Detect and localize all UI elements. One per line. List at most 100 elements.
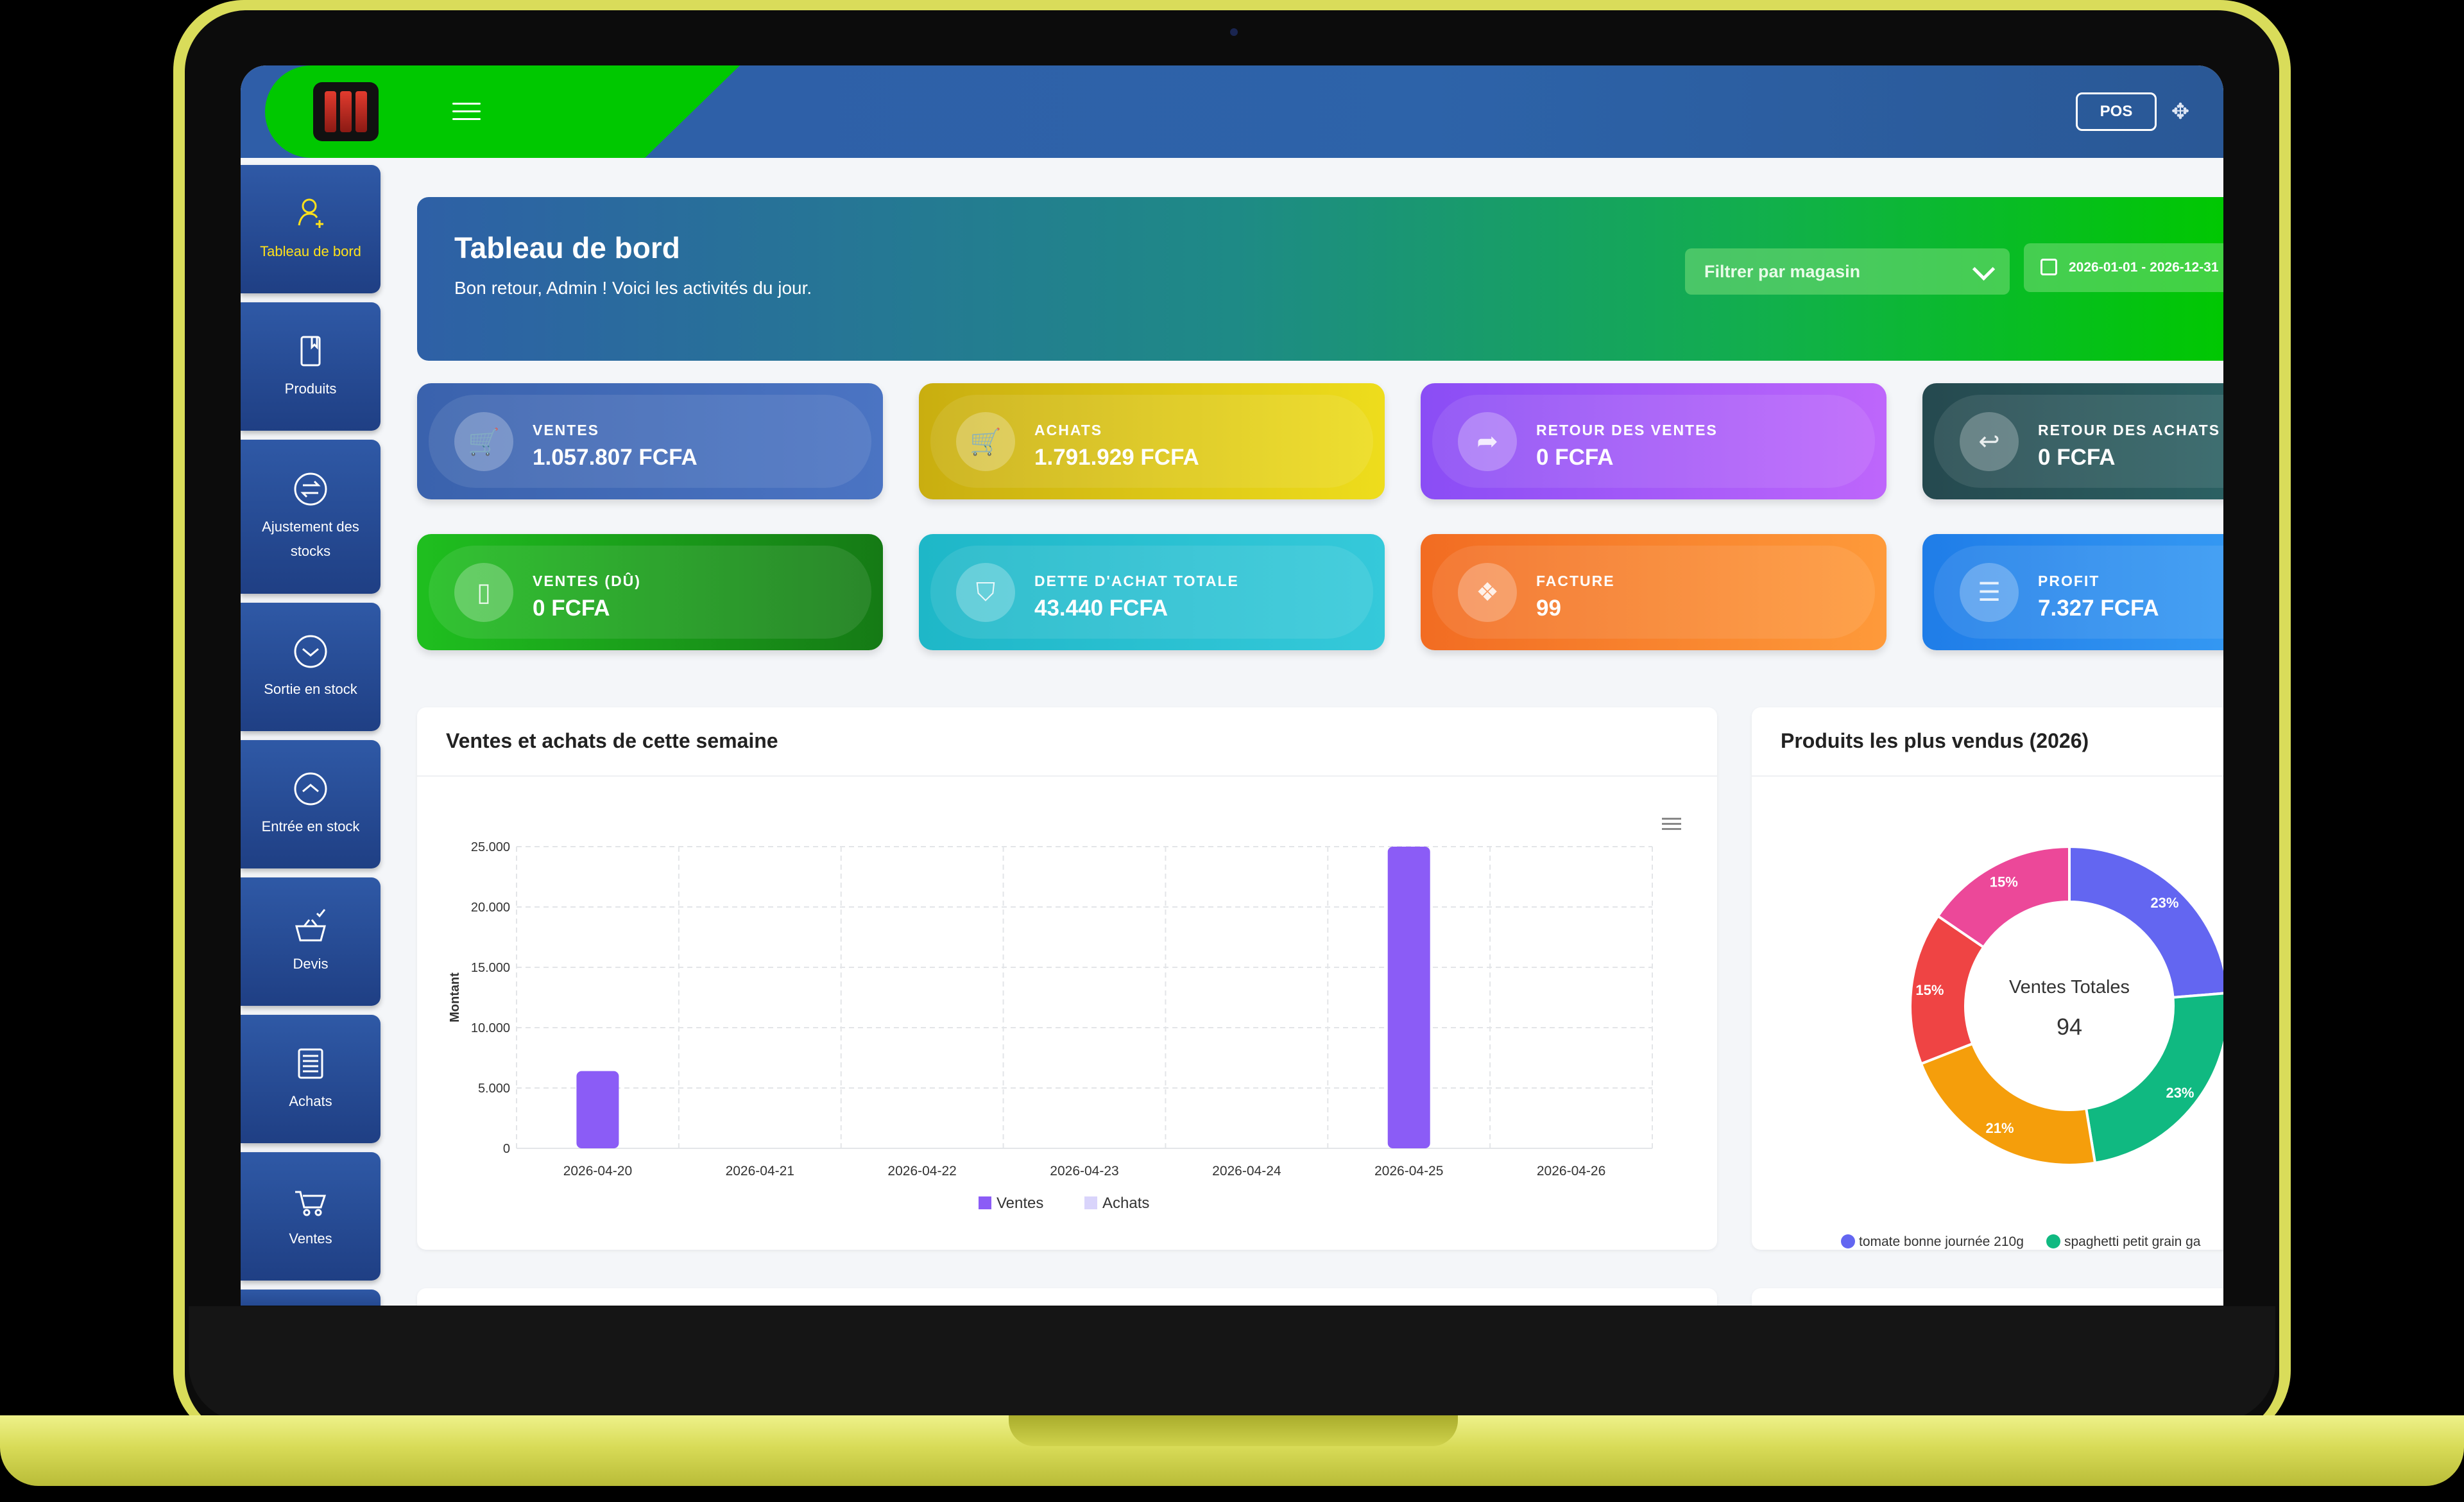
- legend-label: Ventes: [997, 1195, 1043, 1212]
- pos-button[interactable]: POS: [2076, 92, 2157, 131]
- stat-title: DETTE D'ACHAT TOTALE: [1034, 573, 1239, 589]
- basket-icon: ⛉: [956, 563, 1015, 622]
- arrow-down-circle-icon: [294, 635, 327, 668]
- date-range-value: 2026-01-01 - 2026-12-31: [2069, 260, 2219, 275]
- stat-card[interactable]: ↩ RETOUR DES ACHATS 0 FCFA: [1922, 383, 2223, 499]
- x-tick-label: 2026-04-25: [1374, 1164, 1443, 1178]
- basket-check-icon: [295, 909, 326, 942]
- stat-value: 0 FCFA: [1536, 445, 1614, 470]
- stat-card[interactable]: ➦ RETOUR DES VENTES 0 FCFA: [1421, 383, 1887, 499]
- top-products-panel: Produits les plus vendus (2026) 23% 23% 21…: [1752, 707, 2223, 1250]
- calendar-icon: [2041, 259, 2057, 275]
- sidebar-item-stock-adjustment[interactable]: Ajustement des stocks: [241, 440, 381, 594]
- stat-title: FACTURE: [1536, 573, 1615, 589]
- stat-title: VENTES: [533, 422, 600, 438]
- dashboard-header: Tableau de bord Bon retour, Admin ! Voic…: [417, 197, 2223, 361]
- sidebar-item-label: Tableau de bord: [260, 243, 361, 259]
- stat-value: 0 FCFA: [533, 596, 610, 621]
- legend-swatch: [979, 1196, 991, 1209]
- store-filter-select[interactable]: Filtrer par magasin: [1685, 248, 2010, 295]
- x-tick-label: 2026-04-24: [1212, 1164, 1281, 1178]
- stat-value: 1.791.929 FCFA: [1034, 445, 1199, 470]
- page-subtitle: Bon retour, Admin ! Voici les activités …: [454, 278, 812, 298]
- stat-title: RETOUR DES ACHATS: [2038, 422, 2221, 438]
- bar-ventes: [576, 1071, 619, 1148]
- legend-label: Achats: [1102, 1195, 1149, 1212]
- y-tick-label: 25.000: [471, 840, 510, 854]
- date-range-picker[interactable]: 2026-01-01 - 2026-12-31: [2024, 243, 2223, 292]
- donut-slice: [2068, 845, 2223, 999]
- menu-toggle-icon[interactable]: [452, 103, 481, 121]
- y-tick-label: 0: [503, 1142, 510, 1156]
- y-tick-label: 10.000: [471, 1021, 510, 1035]
- sidebar-item-purchases[interactable]: Achats: [241, 1015, 381, 1143]
- book-icon: [300, 336, 321, 367]
- stat-card[interactable]: ❖ FACTURE 99: [1421, 534, 1887, 650]
- sidebar-item-stock-in[interactable]: Entrée en stock: [241, 740, 381, 868]
- legend-swatch: [1084, 1196, 1097, 1209]
- stat-card[interactable]: ☰ PROFIT 7.327 FCFA: [1922, 534, 2223, 650]
- store-filter-label: Filtrer par magasin: [1704, 261, 1861, 281]
- x-tick-label: 2026-04-21: [726, 1164, 794, 1178]
- stat-card[interactable]: 🛒 ACHATS 1.791.929 FCFA: [919, 383, 1385, 499]
- x-tick-label: 2026-04-23: [1050, 1164, 1118, 1178]
- app-logo[interactable]: [313, 82, 379, 141]
- bar-chart: 0 5.000 10.000 15.000 20.000 25.000 Montant 202…: [448, 840, 1653, 1212]
- donut-center-label: Ventes Totales: [2009, 977, 2130, 997]
- sidebar-item-label: Ajustement des stocks: [262, 519, 359, 559]
- legend-label: spaghetti petit grain ga: [2064, 1234, 2201, 1249]
- legend-label: tomate bonne journée 210g: [1859, 1234, 2024, 1249]
- cart-plus-icon: 🛒: [956, 412, 1015, 471]
- sidebar-item-stock-out[interactable]: Sortie en stock: [241, 603, 381, 731]
- y-tick-label: 5.000: [478, 1082, 510, 1096]
- reply-icon: ↩: [1960, 412, 2019, 471]
- legend-swatch: [2046, 1234, 2060, 1248]
- x-tick-label: 2026-04-26: [1537, 1164, 1605, 1178]
- bookmark-icon: ▯: [454, 563, 513, 622]
- y-tick-label: 15.000: [471, 961, 510, 975]
- sidebar-item-products[interactable]: Produits: [241, 302, 381, 431]
- user-plus-icon: [298, 198, 323, 228]
- sidebar-item-label: Sortie en stock: [264, 681, 357, 697]
- sidebar-item-dashboard[interactable]: Tableau de bord: [241, 165, 381, 293]
- sidebar-item-sales[interactable]: Ventes: [241, 1152, 381, 1281]
- slice-label: 23%: [2166, 1085, 2194, 1101]
- sidebar-item-label: Achats: [289, 1093, 332, 1109]
- slice-label: 23%: [2150, 895, 2178, 911]
- camera: [1230, 28, 1238, 36]
- slice-label: 15%: [1990, 874, 2018, 890]
- stat-value: 99: [1536, 596, 1561, 621]
- chevron-down-icon: [1972, 257, 1996, 281]
- legend-swatch: [1841, 1234, 1855, 1248]
- sidebar-item-label: Entrée en stock: [261, 818, 360, 834]
- cart-icon: [295, 1191, 327, 1216]
- share-icon: ➦: [1458, 412, 1517, 471]
- stat-title: ACHATS: [1034, 422, 1103, 438]
- stat-value: 43.440 FCFA: [1034, 596, 1168, 621]
- stat-card[interactable]: ⛉ DETTE D'ACHAT TOTALE 43.440 FCFA: [919, 534, 1385, 650]
- sidebar-item-more[interactable]: [241, 1290, 381, 1306]
- donut-chart: 23% 23% 21% 15% 15% Ventes Totales 94 tomate bo…: [1841, 845, 2223, 1249]
- arrow-up-circle-icon: [294, 772, 327, 806]
- list-icon: ☰: [1960, 563, 2019, 622]
- stat-card[interactable]: ▯ VENTES (DÛ) 0 FCFA: [417, 534, 883, 650]
- stat-title: VENTES (DÛ): [533, 573, 641, 589]
- laptop-notch: [1009, 1415, 1458, 1446]
- y-tick-label: 20.000: [471, 901, 510, 915]
- sidebar: Tableau de bord Produits Ajustement des …: [241, 165, 381, 1306]
- sidebar-item-quotes[interactable]: Devis: [241, 877, 381, 1006]
- fullscreen-icon[interactable]: ✥: [2168, 99, 2193, 125]
- sidebar-item-label: Devis: [293, 956, 329, 972]
- bottom-panel: [1752, 1288, 2223, 1306]
- x-tick-label: 2026-04-22: [887, 1164, 956, 1178]
- slice-label: 15%: [1915, 982, 1944, 998]
- sidebar-item-label: Ventes: [289, 1230, 332, 1247]
- x-tick-label: 2026-04-20: [563, 1164, 632, 1178]
- stat-title: PROFIT: [2038, 573, 2100, 589]
- stat-card[interactable]: 🛒 VENTES 1.057.807 FCFA: [417, 383, 883, 499]
- receipt-icon: [298, 1048, 323, 1079]
- stat-value: 7.327 FCFA: [2038, 596, 2159, 621]
- donut-slice: [1919, 1042, 2097, 1166]
- bottom-panel: [417, 1288, 1717, 1306]
- sidebar-item-label: Produits: [284, 381, 337, 397]
